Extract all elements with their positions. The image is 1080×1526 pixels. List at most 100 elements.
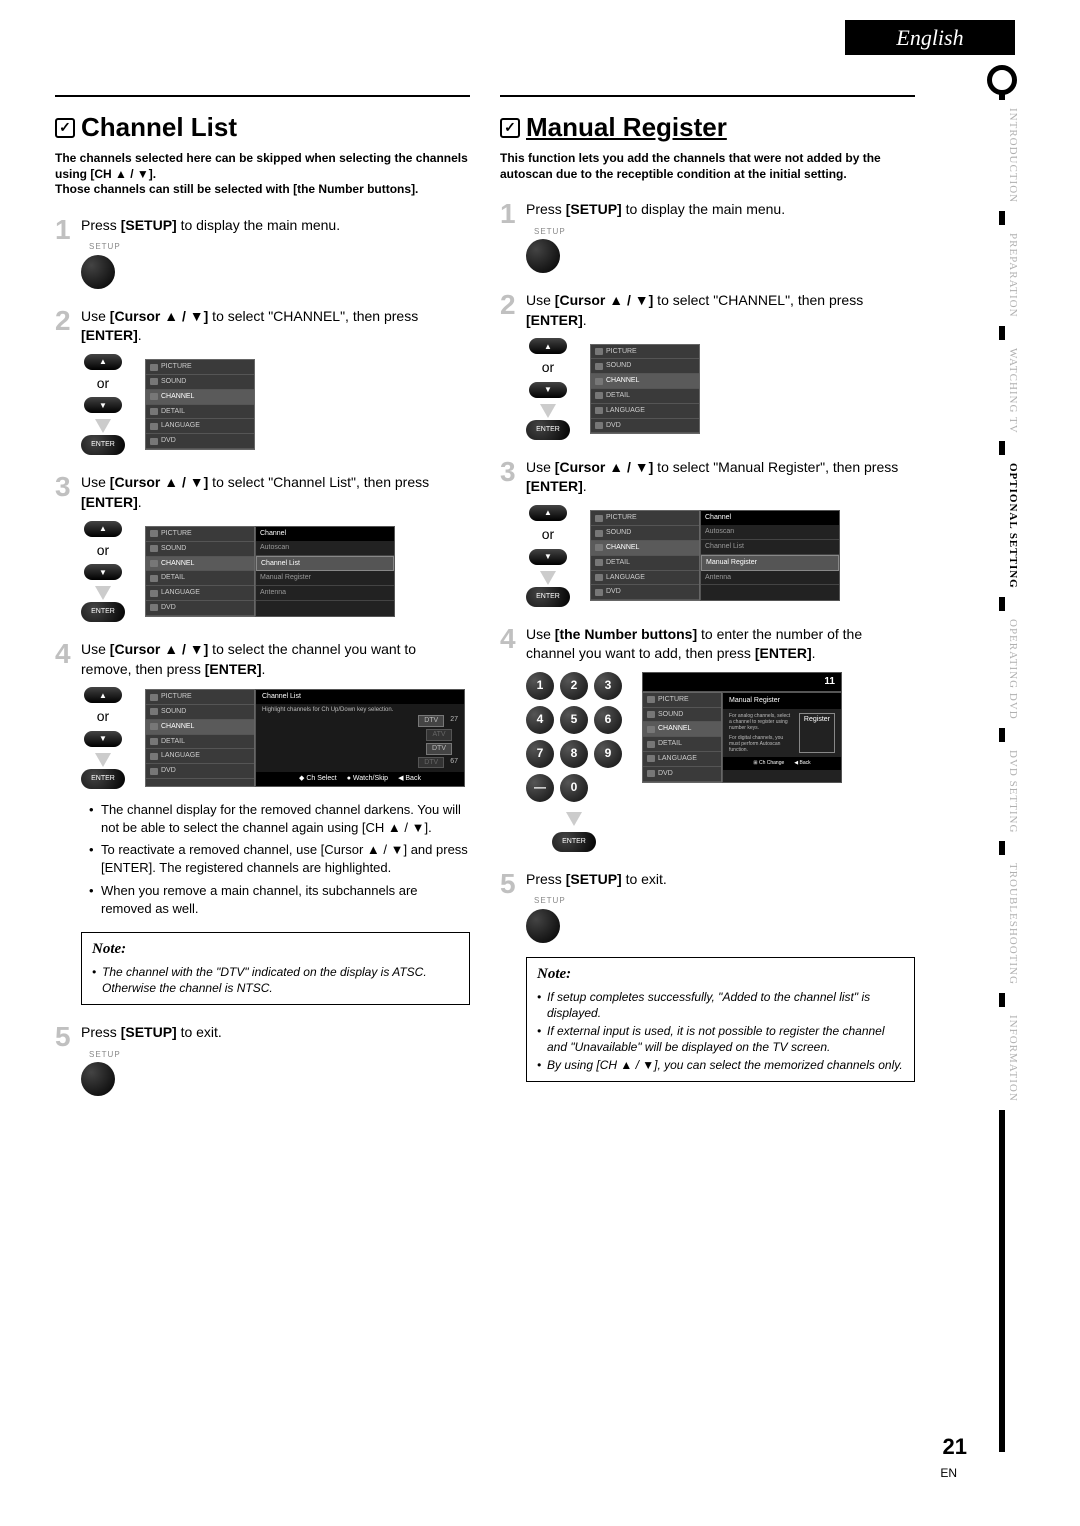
text: [ENTER]	[526, 478, 583, 494]
ch-num: 27	[450, 715, 458, 727]
text: Use	[81, 474, 110, 490]
register-button: Register	[799, 713, 835, 753]
menu-row-selected: CHANNEL	[146, 390, 254, 405]
menu-row: LANGUAGE	[643, 752, 721, 767]
text: [SETUP]	[566, 871, 622, 887]
menu-row: PICTURE	[591, 511, 699, 526]
menu-row-selected: CHANNEL	[146, 557, 254, 572]
key-4-icon: 4	[526, 706, 554, 734]
menu-row: DETAIL	[146, 735, 254, 750]
step-5: 5 Press [SETUP] to exit. SETUP	[55, 1023, 470, 1096]
key-9-icon: 9	[594, 740, 622, 768]
text: [ENTER]	[81, 327, 138, 343]
text: [ENTER]	[205, 661, 262, 677]
menu-row: SOUND	[591, 359, 699, 374]
menu-row: DVD	[591, 419, 699, 434]
menu-row: DETAIL	[146, 571, 254, 586]
step-number: 2	[500, 291, 518, 440]
note-title: Note:	[537, 964, 904, 985]
cursor-down-icon: ▼	[84, 731, 122, 747]
osd-main-menu: PICTURE SOUND CHANNEL DETAIL LANGUAGE DV…	[145, 359, 255, 450]
reg-text: For digital channels, you must perform A…	[729, 735, 793, 753]
ch-tag: DTV	[426, 743, 452, 755]
or-label: or	[97, 541, 109, 561]
cursor-buttons: ▲ or ▼ ENTER	[526, 505, 570, 607]
enter-button-icon: ENTER	[552, 832, 596, 852]
cursor-up-icon: ▲	[529, 505, 567, 521]
text: Press	[81, 1024, 121, 1040]
chlist-title: Channel List	[256, 690, 464, 704]
menu-row: LANGUAGE	[591, 404, 699, 419]
text: [the Number buttons]	[555, 626, 697, 642]
menu-row: DETAIL	[591, 389, 699, 404]
arrow-down-icon	[566, 812, 582, 826]
menu-row-selected: CHANNEL	[591, 374, 699, 389]
manual-page: English INTRODUCTION PREPARATION WATCHIN…	[55, 20, 1015, 1500]
menu-row: LANGUAGE	[591, 571, 699, 586]
foot: Watch/Skip	[353, 775, 388, 782]
foot: Ch Change	[759, 760, 784, 766]
step-number: 2	[55, 307, 73, 456]
tab-troubleshooting: TROUBLESHOOTING	[997, 855, 1021, 993]
menu-row: PICTURE	[146, 527, 254, 542]
text: Press	[81, 217, 121, 233]
or-label: or	[542, 358, 554, 378]
step-4: 4 Use [Cursor ▲ / ▼] to select the chann…	[55, 640, 470, 1005]
manual-register-title: ✓ Manual Register	[500, 112, 915, 143]
key-6-icon: 6	[594, 706, 622, 734]
menu-row-selected: CHANNEL	[643, 722, 721, 737]
setup-label: SETUP	[89, 1049, 470, 1060]
note-item: If external input is used, it is not pos…	[547, 1023, 904, 1055]
enter-button-icon: ENTER	[81, 435, 125, 455]
content-columns: ✓ Channel List The channels selected her…	[55, 95, 935, 1096]
ch-tag: ATV	[426, 729, 452, 741]
text: [SETUP]	[121, 1024, 177, 1040]
text: [ENTER]	[755, 645, 812, 661]
text: .	[583, 312, 587, 328]
intro-text-2: Those channels can still be selected wit…	[55, 182, 470, 198]
menu-row: LANGUAGE	[146, 586, 254, 601]
step-number: 1	[500, 200, 518, 273]
text: [ENTER]	[526, 312, 583, 328]
language-code: EN	[940, 1466, 957, 1480]
page-number: 21	[943, 1434, 967, 1460]
menu-row: DETAIL	[591, 556, 699, 571]
setup-button-icon	[526, 909, 560, 943]
text: [Cursor ▲ / ▼]	[555, 292, 654, 308]
step-number: 4	[55, 640, 73, 1005]
text: to exit.	[622, 871, 667, 887]
menu-row: PICTURE	[591, 345, 699, 360]
menu-row: SOUND	[146, 705, 254, 720]
menu-row: SOUND	[146, 542, 254, 557]
step-1: 1 Press [SETUP] to display the main menu…	[500, 200, 915, 273]
manual-register-osd: Manual Register For analog channels, sel…	[722, 692, 842, 783]
setup-button-icon	[81, 1062, 115, 1096]
reg-text: For analog channels, select a channel to…	[729, 713, 793, 731]
text: to select "CHANNEL", then press	[208, 308, 418, 324]
foot: Back	[405, 775, 421, 782]
title-text: Manual Register	[526, 112, 727, 143]
setup-button-graphic: SETUP	[526, 895, 915, 942]
text: to display the main menu.	[177, 217, 340, 233]
submenu-row-selected: Manual Register	[701, 555, 839, 571]
text: [ENTER]	[81, 494, 138, 510]
submenu-row: Autoscan	[256, 541, 394, 556]
key-blank	[594, 774, 622, 802]
submenu-header: Channel	[701, 511, 839, 525]
cursor-buttons: ▲ or ▼ ENTER	[526, 338, 570, 440]
cursor-up-icon: ▲	[84, 354, 122, 370]
cursor-down-icon: ▼	[529, 382, 567, 398]
submenu-row: Channel List	[701, 540, 839, 555]
menu-row-selected: CHANNEL	[146, 720, 254, 735]
channel-list-title: ✓ Channel List	[55, 112, 470, 143]
submenu-row-selected: Channel List	[256, 556, 394, 572]
step-3: 3 Use [Cursor ▲ / ▼] to select "Channel …	[55, 473, 470, 622]
bullet: To reactivate a removed channel, use [Cu…	[101, 841, 470, 877]
menu-row: PICTURE	[643, 693, 721, 708]
foot: Back	[800, 760, 811, 766]
step-4: 4 Use [the Number buttons] to enter the …	[500, 625, 915, 852]
text: to exit.	[177, 1024, 222, 1040]
cursor-buttons: ▲ or ▼ ENTER	[81, 687, 125, 789]
osd-main-menu: PICTURE SOUND CHANNEL DETAIL LANGUAGE DV…	[590, 510, 700, 601]
text: [Cursor ▲ / ▼]	[555, 459, 654, 475]
